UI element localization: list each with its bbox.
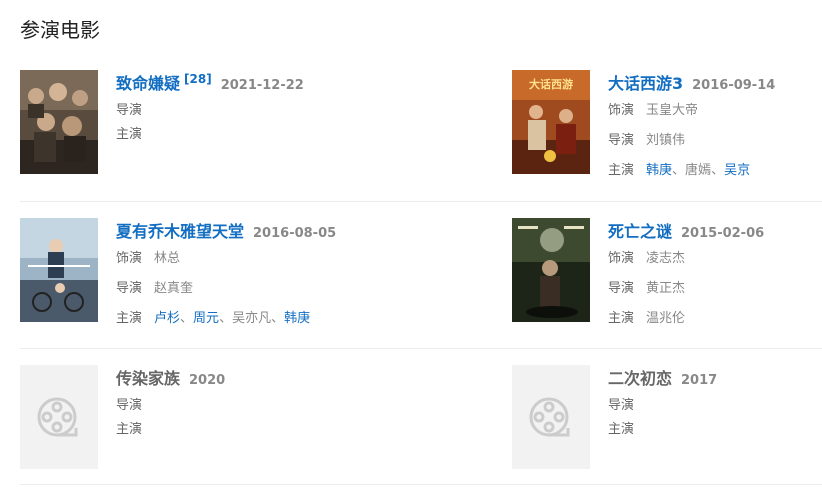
director-label: 导演 <box>116 398 143 413</box>
row-divider <box>20 348 822 349</box>
director-label: 导演 <box>608 133 635 148</box>
role-value: 玉皇大帝 <box>646 103 699 118</box>
cast-value: 温兆伦 <box>646 311 686 326</box>
film-poster-placeholder[interactable] <box>20 365 98 469</box>
cast-plain: 吴亦凡 <box>232 311 272 326</box>
cast-label: 主演 <box>608 422 635 437</box>
film-poster[interactable] <box>20 218 98 322</box>
film-card-xiayou: 夏有乔木雅望天堂 2016-08-05 饰演 林总 导演 赵真奎 主演 卢杉、周元、吴… <box>20 218 420 328</box>
cast-separator: 、 <box>180 311 194 326</box>
director-label: 导演 <box>116 103 143 118</box>
row-divider <box>20 484 822 485</box>
film-poster[interactable]: 大话西游 <box>512 70 590 174</box>
film-reel-icon <box>528 394 574 440</box>
cast-separator: 、 <box>271 311 285 326</box>
director-value: 赵真奎 <box>154 281 194 296</box>
release-date: 2016-09-14 <box>692 78 776 93</box>
film-card-chuanran: 传染家族 2020 导演 主演 <box>20 365 420 475</box>
cast-separator: 、 <box>711 163 725 178</box>
section-title: 参演电影 <box>20 18 100 42</box>
release-date: 2015-02-06 <box>681 226 765 241</box>
cast-link[interactable]: 卢杉 <box>154 311 180 326</box>
release-date: 2017 <box>681 373 718 388</box>
cast-plain: 唐嫣 <box>685 163 712 178</box>
director-label: 导演 <box>608 281 635 296</box>
director-value: 刘镇伟 <box>646 133 686 148</box>
role-label: 饰演 <box>608 251 635 266</box>
role-label: 饰演 <box>608 103 635 118</box>
cast-label: 主演 <box>116 127 143 142</box>
film-title[interactable]: 夏有乔木雅望天堂 <box>116 218 244 242</box>
film-title[interactable]: 大话西游3 <box>608 70 683 94</box>
film-poster[interactable] <box>512 218 590 322</box>
role-value: 林总 <box>154 251 181 266</box>
cast-label: 主演 <box>116 422 143 437</box>
poster-title-text: 大话西游 <box>529 77 573 91</box>
cast-link[interactable]: 吴京 <box>724 163 750 178</box>
film-badge[interactable]: [28] <box>184 72 212 86</box>
film-card-erci: 二次初恋 2017 导演 主演 <box>512 365 822 475</box>
cast-separator: 、 <box>219 311 233 326</box>
cast-link[interactable]: 韩庚 <box>284 311 310 326</box>
cast-label: 主演 <box>116 311 143 326</box>
cast-link[interactable]: 韩庚 <box>646 163 672 178</box>
film-poster-placeholder[interactable] <box>512 365 590 469</box>
release-date: 2016-08-05 <box>253 226 337 241</box>
role-value: 凌志杰 <box>646 251 686 266</box>
cast-separator: 、 <box>672 163 686 178</box>
film-title[interactable]: 致命嫌疑 <box>116 70 180 94</box>
director-label: 导演 <box>116 281 143 296</box>
film-title: 二次初恋 <box>608 369 673 388</box>
row-divider <box>20 201 822 202</box>
cast-link[interactable]: 周元 <box>193 311 219 326</box>
film-card-siwang: 死亡之谜 2015-02-06 饰演 凌志杰 导演 黄正杰 主演 温兆伦 <box>512 218 822 328</box>
film-title: 传染家族 <box>116 369 181 388</box>
film-card-zhiming: 致命嫌疑 [28] 2021-12-22 导演 主演 <box>20 70 420 180</box>
film-poster[interactable] <box>20 70 98 174</box>
role-label: 饰演 <box>116 251 143 266</box>
release-date: 2021-12-22 <box>220 78 304 93</box>
cast-label: 主演 <box>608 311 635 326</box>
release-date: 2020 <box>189 373 226 388</box>
cast-label: 主演 <box>608 163 635 178</box>
director-label: 导演 <box>608 398 635 413</box>
film-reel-icon <box>36 394 82 440</box>
film-title[interactable]: 死亡之谜 <box>608 218 672 242</box>
director-value: 黄正杰 <box>646 281 686 296</box>
film-card-dahua: 大话西游 大话西游3 2016-09-14 饰演 玉皇大帝 导演 刘镇伟 主演 韩庚、… <box>512 70 822 180</box>
